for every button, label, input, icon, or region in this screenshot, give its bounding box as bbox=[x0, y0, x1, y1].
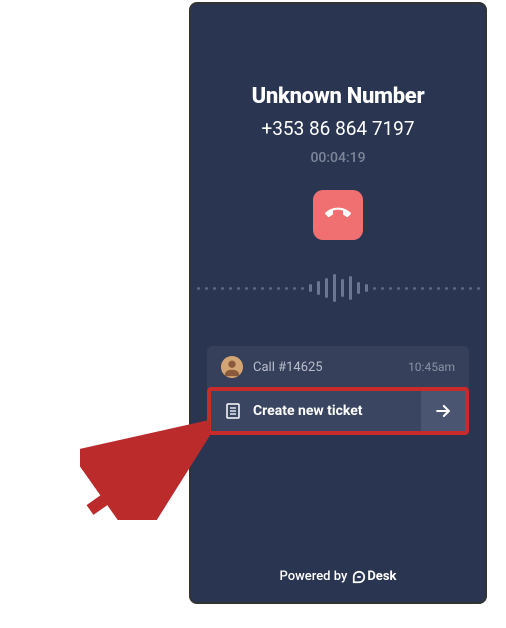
caller-name: Unknown Number bbox=[252, 84, 425, 109]
arrow-right-icon bbox=[421, 391, 465, 431]
brand-name: Desk bbox=[367, 569, 396, 584]
document-icon bbox=[225, 403, 241, 419]
call-panel: Unknown Number +353 86 864 7197 00:04:19 bbox=[189, 2, 487, 604]
ticket-time: 10:45am bbox=[408, 360, 455, 374]
footer: Powered by Desk bbox=[191, 569, 485, 584]
create-ticket-highlight: Create new ticket bbox=[207, 387, 469, 435]
powered-by-label: Powered by bbox=[280, 569, 348, 584]
phone-hangup-icon bbox=[325, 200, 351, 230]
brand-mark-icon bbox=[352, 570, 366, 584]
existing-ticket-row[interactable]: Call #14625 10:45am bbox=[207, 346, 469, 388]
hangup-button[interactable] bbox=[313, 190, 363, 240]
brand-logo: Desk bbox=[352, 569, 396, 584]
phone-number: +353 86 864 7197 bbox=[261, 117, 414, 140]
ticket-section: Call #14625 10:45am Create new ticket bbox=[207, 346, 469, 435]
create-ticket-label: Create new ticket bbox=[253, 403, 409, 419]
audio-waveform bbox=[191, 268, 485, 308]
call-duration: 00:04:19 bbox=[310, 150, 365, 166]
ticket-label: Call #14625 bbox=[253, 360, 398, 375]
avatar bbox=[221, 356, 243, 378]
create-ticket-button[interactable]: Create new ticket bbox=[211, 391, 465, 431]
